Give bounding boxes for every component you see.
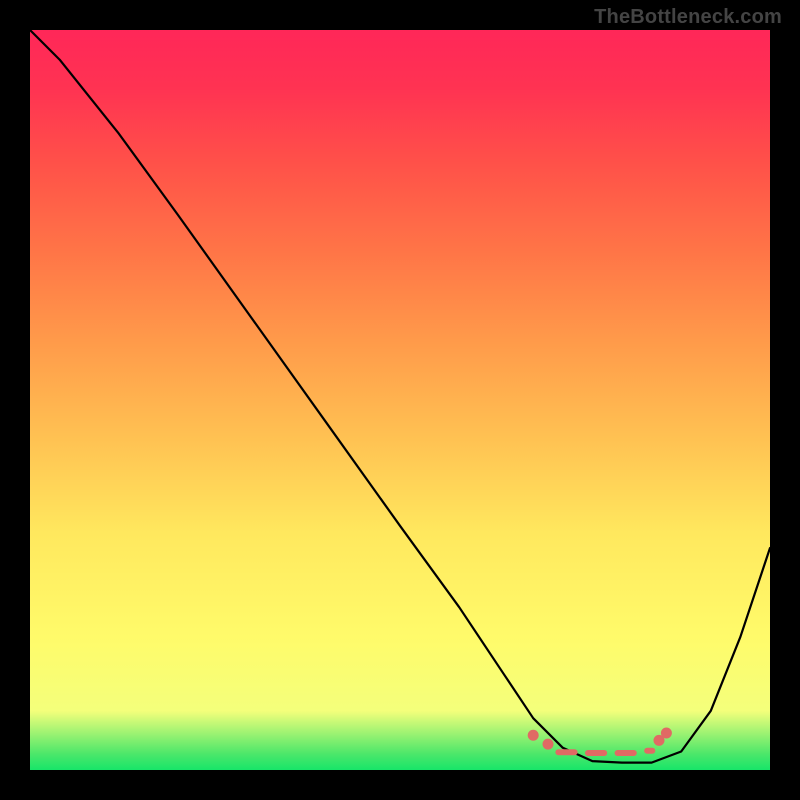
marker-dot	[543, 739, 554, 750]
marker-dash	[585, 750, 607, 756]
plot-area	[30, 30, 770, 770]
chart-frame: TheBottleneck.com	[0, 0, 800, 800]
marker-dash	[644, 748, 655, 754]
valley-markers	[528, 728, 672, 756]
marker-dot	[661, 728, 672, 739]
marker-dot	[528, 730, 539, 741]
watermark-label: TheBottleneck.com	[594, 6, 782, 29]
marker-dash	[555, 749, 577, 755]
bottleneck-curve	[30, 30, 770, 763]
chart-overlay	[30, 30, 770, 770]
marker-dash	[615, 750, 637, 756]
